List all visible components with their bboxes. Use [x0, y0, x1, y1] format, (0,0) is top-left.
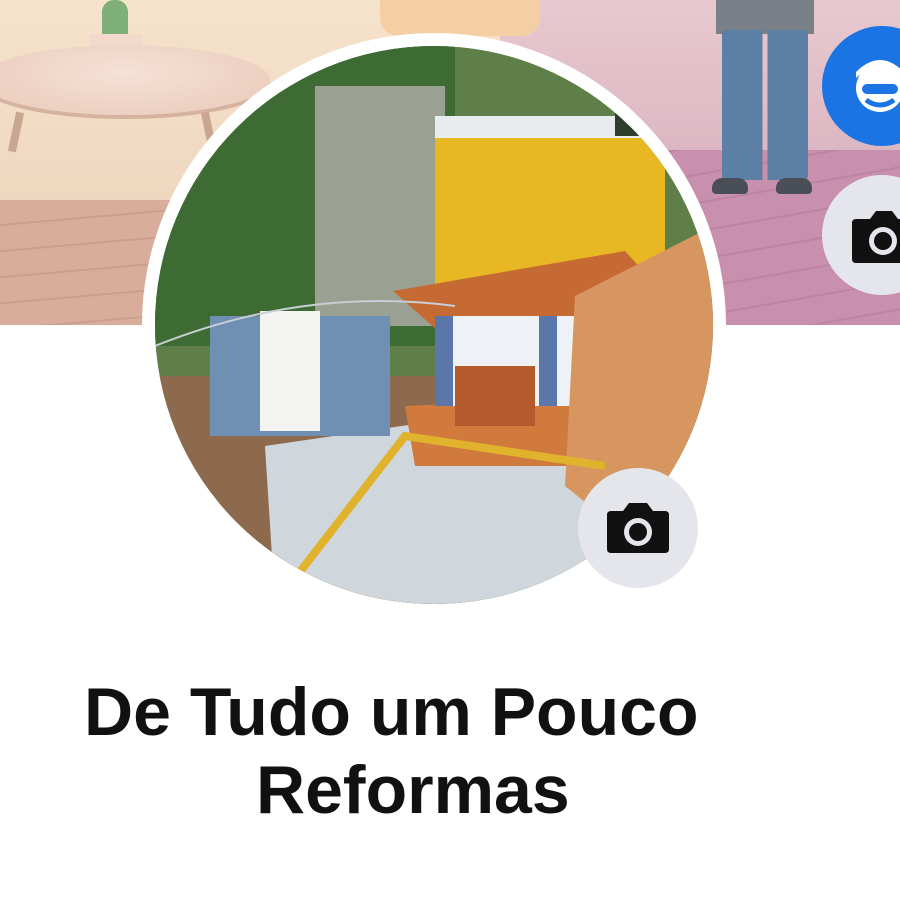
avatar-figure-shirt: [716, 0, 814, 34]
avatar-figure-legs: [722, 30, 808, 180]
cover-sofa: [380, 0, 540, 36]
camera-icon: [822, 211, 900, 298]
profile-name-line-1: De Tudo um Pouco: [84, 674, 699, 750]
avatar-figure-shoe: [712, 178, 748, 194]
avatar-figure-shoe: [776, 178, 812, 194]
avatar-button[interactable]: [822, 26, 900, 146]
camera-icon: [605, 499, 671, 558]
edit-profile-picture-button[interactable]: [578, 468, 698, 588]
edit-cover-button[interactable]: [822, 175, 900, 295]
profile-name-line-2: Reformas: [256, 752, 570, 828]
avatar-icon: [822, 60, 900, 149]
